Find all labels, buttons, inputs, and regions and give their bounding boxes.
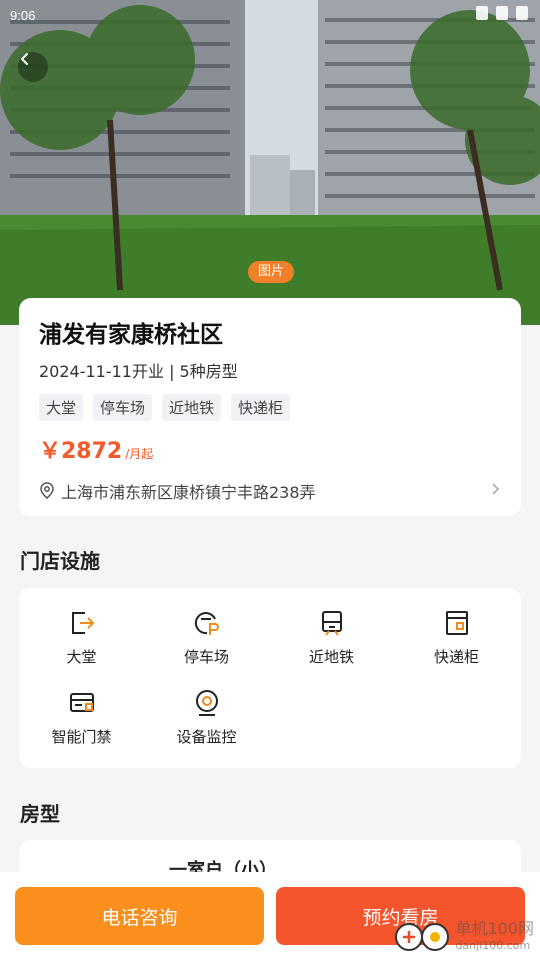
- watermark-logo: [395, 923, 450, 951]
- watermark-name: 单机100网: [455, 919, 534, 938]
- back-button[interactable]: [18, 52, 48, 82]
- facilities-card: 大堂 停车场 近地铁 快递柜 智能门禁 设备监控: [19, 588, 521, 768]
- hero-photo[interactable]: 9:06 图片: [0, 0, 540, 325]
- lobby-icon: [67, 608, 97, 638]
- call-button[interactable]: 电话咨询: [15, 887, 264, 945]
- photo-badge[interactable]: 图片: [248, 261, 295, 283]
- address-row[interactable]: 上海市浦东新区康桥镇宁丰路238弄: [39, 479, 501, 503]
- facility-lobby: 大堂: [19, 608, 144, 667]
- locker-icon: [442, 608, 472, 638]
- facility-metro: 近地铁: [269, 608, 394, 667]
- camera-icon: [192, 688, 222, 718]
- facility-access: 智能门禁: [19, 688, 144, 747]
- access-card-icon: [67, 688, 97, 718]
- facility-locker: 快递柜: [394, 608, 519, 667]
- status-icons: [476, 6, 528, 20]
- tag: 近地铁: [162, 394, 222, 421]
- community-title: 浦发有家康桥社区: [39, 322, 223, 348]
- room-types-title: 房型: [20, 802, 60, 826]
- location-pin-icon: [39, 482, 55, 500]
- tag: 停车场: [93, 394, 153, 421]
- tag: 快递柜: [231, 394, 291, 421]
- parking-icon: [192, 608, 222, 638]
- info-card: 浦发有家康桥社区 2024-11-11开业 | 5种房型 大堂 停车场 近地铁 …: [19, 298, 521, 516]
- facility-label: 大堂: [66, 648, 97, 666]
- watermark: 单机100网 danji100.com: [393, 920, 534, 954]
- price-unit: /月起: [125, 447, 154, 461]
- watermark-url: danji100.com: [455, 939, 531, 952]
- metro-icon: [317, 608, 347, 638]
- wifi-icon: [476, 6, 488, 20]
- facility-label: 停车场: [183, 648, 229, 666]
- price-value: ￥2872: [39, 439, 123, 464]
- status-time: 9:06: [10, 8, 36, 23]
- facility-camera: 设备监控: [144, 688, 269, 747]
- facility-parking: 停车场: [144, 608, 269, 667]
- tag: 大堂: [39, 394, 84, 421]
- signal-icon: [496, 6, 508, 20]
- facility-label: 近地铁: [308, 648, 354, 666]
- facility-label: 设备监控: [176, 728, 237, 746]
- community-subtitle: 2024-11-11开业 | 5种房型: [39, 362, 238, 381]
- battery-icon: [516, 6, 528, 20]
- facility-label: 快递柜: [433, 648, 479, 666]
- price-row: ￥2872 /月起: [39, 433, 501, 465]
- facility-label: 智能门禁: [51, 728, 112, 746]
- bottom-action-bar: 电话咨询 预约看房 单机100网 danji100.com: [0, 872, 540, 960]
- tag-list: 大堂 停车场 近地铁 快递柜: [39, 394, 501, 421]
- facilities-title: 门店设施: [20, 549, 100, 573]
- address-text: 上海市浦东新区康桥镇宁丰路238弄: [61, 483, 316, 502]
- chevron-left-icon: [21, 53, 28, 65]
- chevron-right-icon: [491, 481, 501, 500]
